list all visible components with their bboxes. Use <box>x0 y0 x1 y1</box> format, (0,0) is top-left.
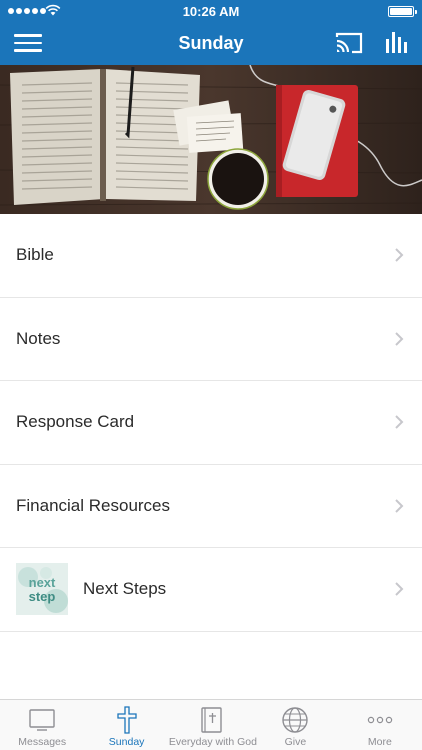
hero-image <box>0 65 422 214</box>
globe-icon <box>282 707 309 733</box>
list-item-notes[interactable]: Notes <box>0 297 422 381</box>
svg-text:step: step <box>29 589 56 604</box>
list-item-next-steps[interactable]: next step Next Steps <box>0 548 422 632</box>
tab-sunday[interactable]: Sunday <box>84 700 168 750</box>
tab-label: More <box>367 736 392 748</box>
tab-label: Messages <box>18 736 67 748</box>
equalizer-icon[interactable] <box>382 29 408 55</box>
tab-label: Give <box>284 736 307 748</box>
list-item-bible[interactable]: Bible <box>0 214 422 298</box>
list-item-label: Response Card <box>16 412 135 432</box>
list-item-label: Notes <box>16 328 61 348</box>
header-bar: 10:26 AM Sunday <box>0 0 422 65</box>
tab-label: Everyday with God <box>168 736 257 748</box>
battery-level <box>390 8 412 15</box>
chevron-right-icon <box>395 248 404 262</box>
status-bar: 10:26 AM <box>0 0 422 22</box>
chevron-right-icon <box>395 582 404 596</box>
tab-bar: Messages Sunday Everyday with God Give M… <box>0 699 422 750</box>
cast-icon[interactable] <box>335 31 363 55</box>
battery-icon <box>388 6 417 17</box>
next-steps-thumbnail: next step <box>16 563 68 616</box>
status-time: 10:26 AM <box>182 4 240 19</box>
more-dots-icon <box>367 716 393 724</box>
list-item-financial-resources[interactable]: Financial Resources <box>0 464 422 548</box>
cross-icon <box>116 706 137 734</box>
chevron-right-icon <box>395 332 404 346</box>
svg-text:next: next <box>29 575 56 590</box>
list-item-response-card[interactable]: Response Card <box>0 381 422 465</box>
list-item-label: Next Steps <box>83 579 167 599</box>
sunday-menu-list: Bible Notes Response Card Financial Reso… <box>0 214 422 632</box>
list-item-label: Bible <box>16 245 54 265</box>
tab-more[interactable]: More <box>338 700 422 750</box>
chevron-right-icon <box>395 499 404 513</box>
tab-messages[interactable]: Messages <box>0 700 84 750</box>
tab-everyday-with-god[interactable]: Everyday with God <box>168 700 257 750</box>
chevron-right-icon <box>395 415 404 429</box>
tab-label: Sunday <box>108 736 145 748</box>
tab-give[interactable]: Give <box>253 700 337 750</box>
book-icon <box>201 707 222 733</box>
navigation-bar: Sunday <box>0 22 422 65</box>
tv-icon <box>29 709 55 731</box>
list-item-label: Financial Resources <box>16 495 171 515</box>
